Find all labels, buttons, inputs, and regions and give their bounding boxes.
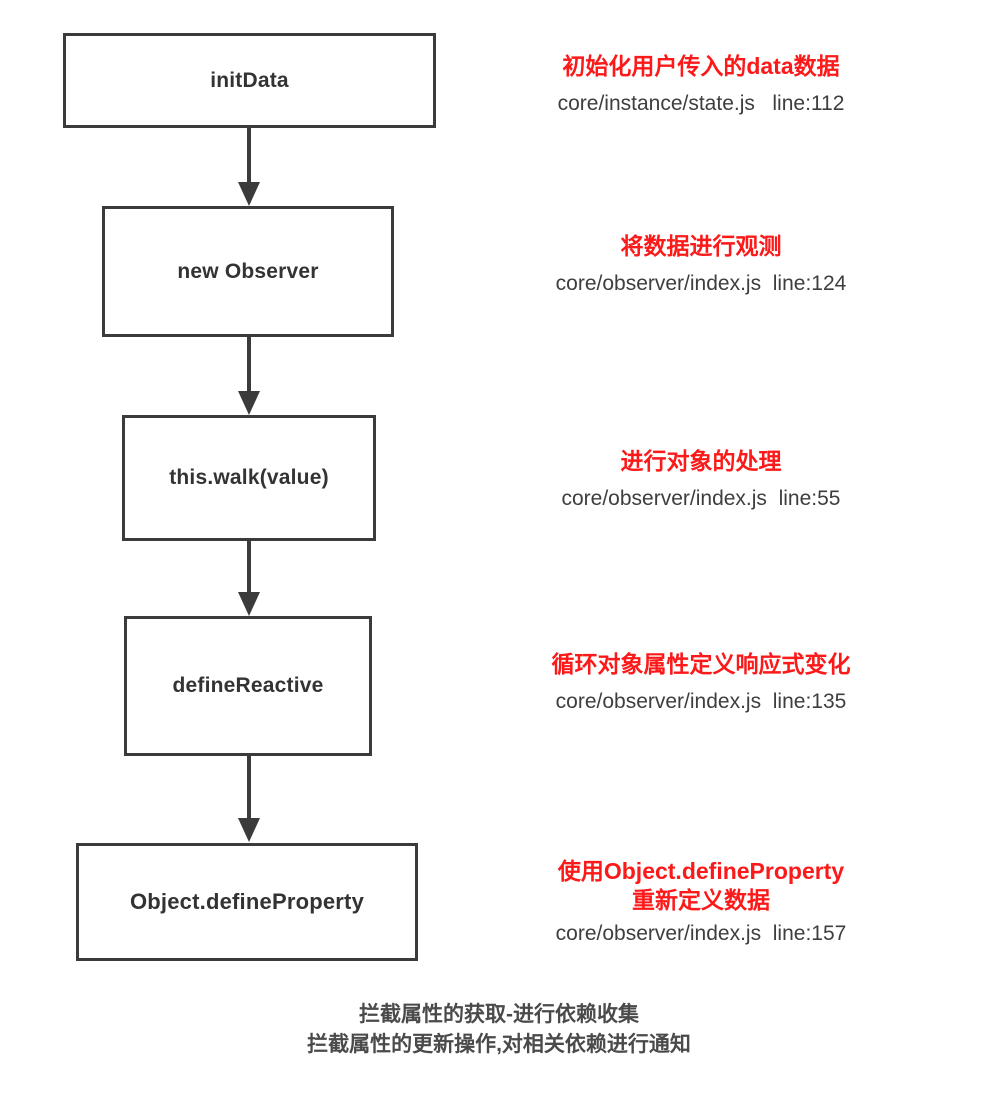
arrow-new-observer-to-this-walk — [237, 337, 260, 415]
arrow-head-down-icon — [237, 391, 260, 415]
flow-node-init-data: initData — [63, 33, 436, 128]
flow-node-label: new Observer — [177, 259, 319, 283]
annotation-source: core/instance/state.js line:112 — [557, 91, 845, 115]
arrow-shaft — [247, 756, 251, 826]
flow-node-object-defineproperty: Object.defineProperty — [76, 843, 418, 961]
arrow-shaft — [247, 128, 251, 190]
footer-note-line-1: 拦截属性的获取-进行依赖收集 — [359, 1003, 639, 1026]
annotation-source: core/observer/index.js line:157 — [555, 921, 847, 945]
annotation-object-defineproperty: 使用Object.defineProperty 重新定义数据 core/obse… — [470, 857, 932, 948]
flow-node-define-reactive: defineReactive — [124, 616, 372, 756]
annotation-define-reactive: 循环对象属性定义响应式变化 core/observer/index.js lin… — [470, 650, 932, 716]
flow-node-label: Object.defineProperty — [129, 888, 365, 914]
arrow-define-reactive-to-object-defineproperty — [237, 756, 260, 843]
footer-note: 拦截属性的获取-进行依赖收集 拦截属性的更新操作,对相关依赖进行通知 — [0, 1000, 998, 1061]
arrow-head-down-icon — [237, 182, 260, 206]
annotation-title: 初始化用户传入的data数据 — [562, 53, 840, 79]
diagram-canvas: initData new Observer this.walk(value) d… — [0, 0, 998, 1100]
footer-note-line-2: 拦截属性的更新操作,对相关依赖进行通知 — [307, 1033, 691, 1057]
annotation-title: 将数据进行观测 — [620, 233, 782, 259]
annotation-source: core/observer/index.js line:55 — [561, 486, 841, 510]
annotation-this-walk-value: 进行对象的处理 core/observer/index.js line:55 — [470, 447, 932, 513]
arrow-init-data-to-new-observer — [237, 128, 260, 206]
annotation-source: core/observer/index.js line:124 — [555, 271, 847, 295]
arrow-shaft — [247, 337, 251, 399]
arrow-head-down-icon — [237, 818, 260, 842]
annotation-source: core/observer/index.js line:135 — [555, 689, 847, 713]
flow-node-new-observer: new Observer — [102, 206, 394, 337]
annotation-title: 使用Object.defineProperty 重新定义数据 — [557, 858, 845, 913]
annotation-title: 循环对象属性定义响应式变化 — [551, 651, 851, 677]
flow-node-label: initData — [210, 68, 289, 92]
flow-node-label: defineReactive — [172, 674, 324, 698]
arrow-head-down-icon — [237, 592, 260, 616]
annotation-new-observer: 将数据进行观测 core/observer/index.js line:124 — [470, 232, 932, 298]
arrow-this-walk-to-define-reactive — [237, 541, 260, 616]
flow-node-label: this.walk(value) — [169, 466, 329, 490]
flow-node-this-walk-value: this.walk(value) — [122, 415, 376, 541]
annotation-init-data: 初始化用户传入的data数据 core/instance/state.js li… — [470, 52, 932, 118]
annotation-title: 进行对象的处理 — [620, 448, 782, 474]
